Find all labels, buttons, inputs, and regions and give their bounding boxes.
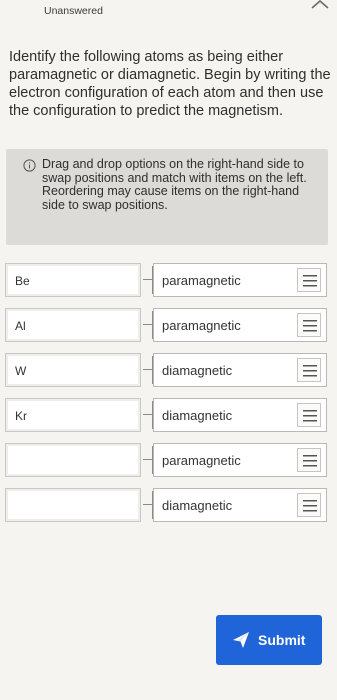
question-text: Identify the following atoms as being ei… <box>9 49 331 119</box>
match-connector <box>143 443 153 477</box>
instructions-box: Drag and drop options on the right-hand … <box>6 149 328 245</box>
status-label: Unanswered <box>44 5 103 17</box>
drag-handle[interactable] <box>297 313 321 337</box>
draggable-option[interactable]: diamagnetic <box>153 488 327 522</box>
grip-lines-icon <box>303 410 317 422</box>
drag-handle[interactable] <box>297 448 321 472</box>
draggable-option[interactable]: paramagnetic <box>153 308 327 342</box>
left-item-slot <box>5 488 141 522</box>
match-connector <box>143 398 153 432</box>
left-item-label: W <box>15 364 27 378</box>
left-item-slot: Kr <box>5 398 141 432</box>
send-icon <box>233 632 249 648</box>
chevron-up-icon[interactable] <box>306 0 336 16</box>
left-item-label: Al <box>15 319 26 333</box>
grip-lines-icon <box>303 365 317 377</box>
match-connector <box>143 353 153 387</box>
drag-handle[interactable] <box>297 268 321 292</box>
instructions-line-2: Reordering may cause items on the right-… <box>42 184 300 212</box>
match-connector <box>143 488 153 522</box>
submit-button[interactable]: Submit <box>216 615 322 665</box>
grip-lines-icon <box>303 320 317 332</box>
option-label: diamagnetic <box>162 408 233 423</box>
left-item-label: Be <box>15 274 30 288</box>
info-icon <box>23 159 36 172</box>
option-label: diamagnetic <box>162 498 233 513</box>
left-item-slot: W <box>5 353 141 387</box>
grip-lines-icon <box>303 275 317 287</box>
drag-handle[interactable] <box>297 403 321 427</box>
draggable-option[interactable]: paramagnetic <box>153 263 327 297</box>
option-label: paramagnetic <box>162 453 241 468</box>
draggable-option[interactable]: paramagnetic <box>153 443 327 477</box>
instructions-line-1: Drag and drop options on the right-hand … <box>42 157 307 185</box>
left-item-slot <box>5 443 141 477</box>
submit-label: Submit <box>258 632 306 648</box>
option-label: paramagnetic <box>162 318 241 333</box>
left-item-slot: Be <box>5 263 141 297</box>
drag-handle[interactable] <box>297 493 321 517</box>
match-connector <box>143 308 153 342</box>
grip-lines-icon <box>303 455 317 467</box>
draggable-option[interactable]: diamagnetic <box>153 398 327 432</box>
left-item-slot: Al <box>5 308 141 342</box>
option-label: diamagnetic <box>162 363 233 378</box>
left-item-label: Kr <box>15 409 27 423</box>
instructions-text: Drag and drop options on the right-hand … <box>42 157 320 212</box>
drag-handle[interactable] <box>297 358 321 382</box>
match-connector <box>143 263 153 297</box>
option-label: paramagnetic <box>162 273 241 288</box>
grip-lines-icon <box>303 500 317 512</box>
draggable-option[interactable]: diamagnetic <box>153 353 327 387</box>
